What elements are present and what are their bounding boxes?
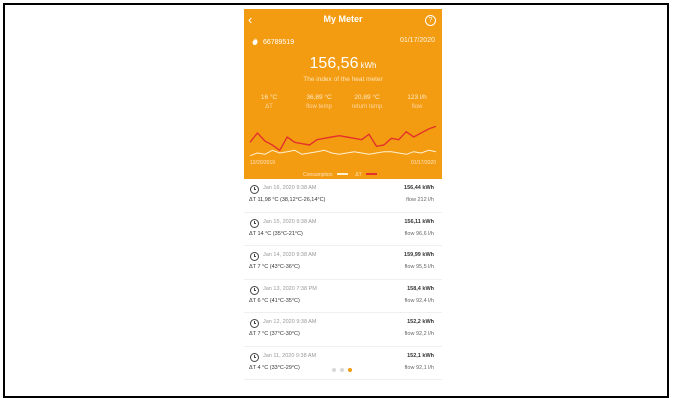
meter-info-row: 66789519 01/17/2020 — [251, 37, 435, 47]
readings-list[interactable]: Jan 16, 2020 9:38 AM ΔT 11,98 °C (38,12°… — [244, 179, 442, 380]
meter-value-number: 156,56 — [309, 55, 359, 72]
stat-label: flow temp — [306, 104, 332, 110]
consumption-series-line — [249, 149, 437, 157]
meter-date: 01/17/2020 — [399, 37, 435, 44]
reading-delta: ΔT 14 °C (35°C-21°C) — [249, 230, 303, 237]
reading-row[interactable]: Jan 11, 2020 9:38 AM ΔT 4 °C (33°C-29°C)… — [244, 347, 442, 380]
pagination-dots[interactable] — [332, 368, 356, 374]
stat-flow-temp: 36,89 °C flow temp — [294, 94, 344, 110]
stat-return-temp: 20,89 °C return temp — [342, 94, 392, 110]
phone-screen: ‹ My Meter ? 66789519 01/17/2020 156,56 k… — [244, 9, 442, 394]
stats-row: 16 °C ΔT 36,89 °C flow temp 20,89 °C ret… — [244, 94, 442, 118]
flame-icon — [252, 37, 258, 45]
clock-icon — [250, 185, 259, 194]
reading-time: Jan 14, 2020 9:38 AM — [263, 252, 317, 258]
reading-delta: ΔT 4 °C (33°C-29°C) — [249, 364, 300, 371]
clock-icon — [250, 252, 259, 261]
reading-delta: ΔT 7 °C (43°C-36°C) — [249, 264, 300, 270]
stat-label: ΔT — [265, 104, 273, 110]
stat-value: 20,89 °C — [354, 94, 380, 101]
pagination-dot[interactable] — [332, 368, 336, 372]
reading-flow: flow 92,4 l/h — [404, 297, 434, 304]
delta-series-line — [249, 125, 437, 151]
reading-time: Jan 13, 2020 7:38 PM — [263, 285, 317, 292]
stat-label: flow — [411, 104, 423, 110]
reading-kwh: 152,1 kWh — [407, 352, 434, 359]
legend-delta-label: ΔT — [355, 172, 362, 178]
stat-label: return temp — [351, 104, 383, 110]
stat-value: 16 °C — [260, 94, 278, 101]
reading-kwh: 156,44 kWh — [404, 185, 434, 191]
stat-delta: 16 °C ΔT — [244, 94, 294, 110]
reading-delta: ΔT 7 °C (37°C-30°C) — [249, 331, 300, 337]
reading-row[interactable]: Jan 14, 2020 9:38 AM ΔT 7 °C (43°C-36°C)… — [244, 246, 442, 280]
chart-start-date: 12/20/2019 — [250, 160, 276, 166]
pagination-dot-active[interactable] — [348, 368, 352, 372]
clock-icon — [250, 218, 259, 228]
reading-row[interactable]: Jan 15, 2020 9:38 AM ΔT 14 °C (35°C-21°C… — [244, 213, 442, 246]
question-circle-icon[interactable]: ? — [425, 15, 436, 26]
chart-end-date: 01/17/2020 — [410, 160, 436, 166]
clock-icon — [250, 285, 259, 295]
reading-delta: ΔT 6 °C (41°C-35°C) — [249, 297, 300, 304]
pagination-dot[interactable] — [340, 368, 344, 372]
reading-kwh: 152,2 kWh — [407, 319, 434, 325]
legend-consumption-label: Consumption — [303, 172, 333, 178]
reading-flow: flow 96,6 l/h — [404, 230, 434, 237]
chart-legend: Consumption ΔT — [244, 172, 442, 178]
reading-flow: flow 95,5 l/h — [404, 264, 434, 270]
reading-kwh: 159,99 kWh — [404, 252, 434, 258]
reading-kwh: 156,11 kWh — [404, 218, 434, 225]
meter-value: 156,56 kWh — [244, 55, 442, 73]
top-bar: ‹ My Meter ? — [244, 9, 442, 31]
legend-delta-swatch — [365, 173, 377, 175]
meter-unit: kWh — [360, 61, 377, 70]
clock-icon — [250, 319, 259, 328]
reading-row[interactable]: Jan 12, 2020 9:38 AM ΔT 7 °C (37°C-30°C)… — [244, 313, 442, 347]
stat-value: 123 l/h — [407, 94, 427, 101]
reading-time: Jan 12, 2020 9:38 AM — [263, 319, 317, 325]
reading-row[interactable]: Jan 13, 2020 7:38 PM ΔT 6 °C (41°C-35°C)… — [244, 280, 442, 313]
reading-flow: flow 212 l/h — [406, 197, 434, 203]
meter-description: The index of the heat meter — [303, 76, 383, 83]
reading-flow: flow 92,1 l/h — [404, 364, 434, 371]
reading-time: Jan 11, 2020 9:38 AM — [263, 352, 317, 359]
reading-flow: flow 92,2 l/h — [404, 331, 434, 337]
stat-value: 36,89 °C — [306, 94, 332, 101]
clock-icon — [250, 352, 259, 362]
meter-id: 66789519 — [262, 39, 295, 46]
reading-row[interactable]: Jan 16, 2020 9:38 AM ΔT 11,98 °C (38,12°… — [244, 179, 442, 213]
meter-hero: ‹ My Meter ? 66789519 01/17/2020 156,56 k… — [244, 9, 442, 179]
reading-time: Jan 16, 2020 9:38 AM — [263, 185, 317, 191]
page-title: My Meter — [323, 14, 363, 24]
reading-delta: ΔT 11,98 °C (38,12°C-26,14°C) — [249, 197, 326, 203]
reading-kwh: 158,4 kWh — [407, 285, 434, 292]
legend-consumption-swatch — [336, 173, 348, 175]
reading-time: Jan 15, 2020 9:38 AM — [263, 218, 317, 225]
stat-flow: 123 l/h flow — [392, 94, 442, 110]
